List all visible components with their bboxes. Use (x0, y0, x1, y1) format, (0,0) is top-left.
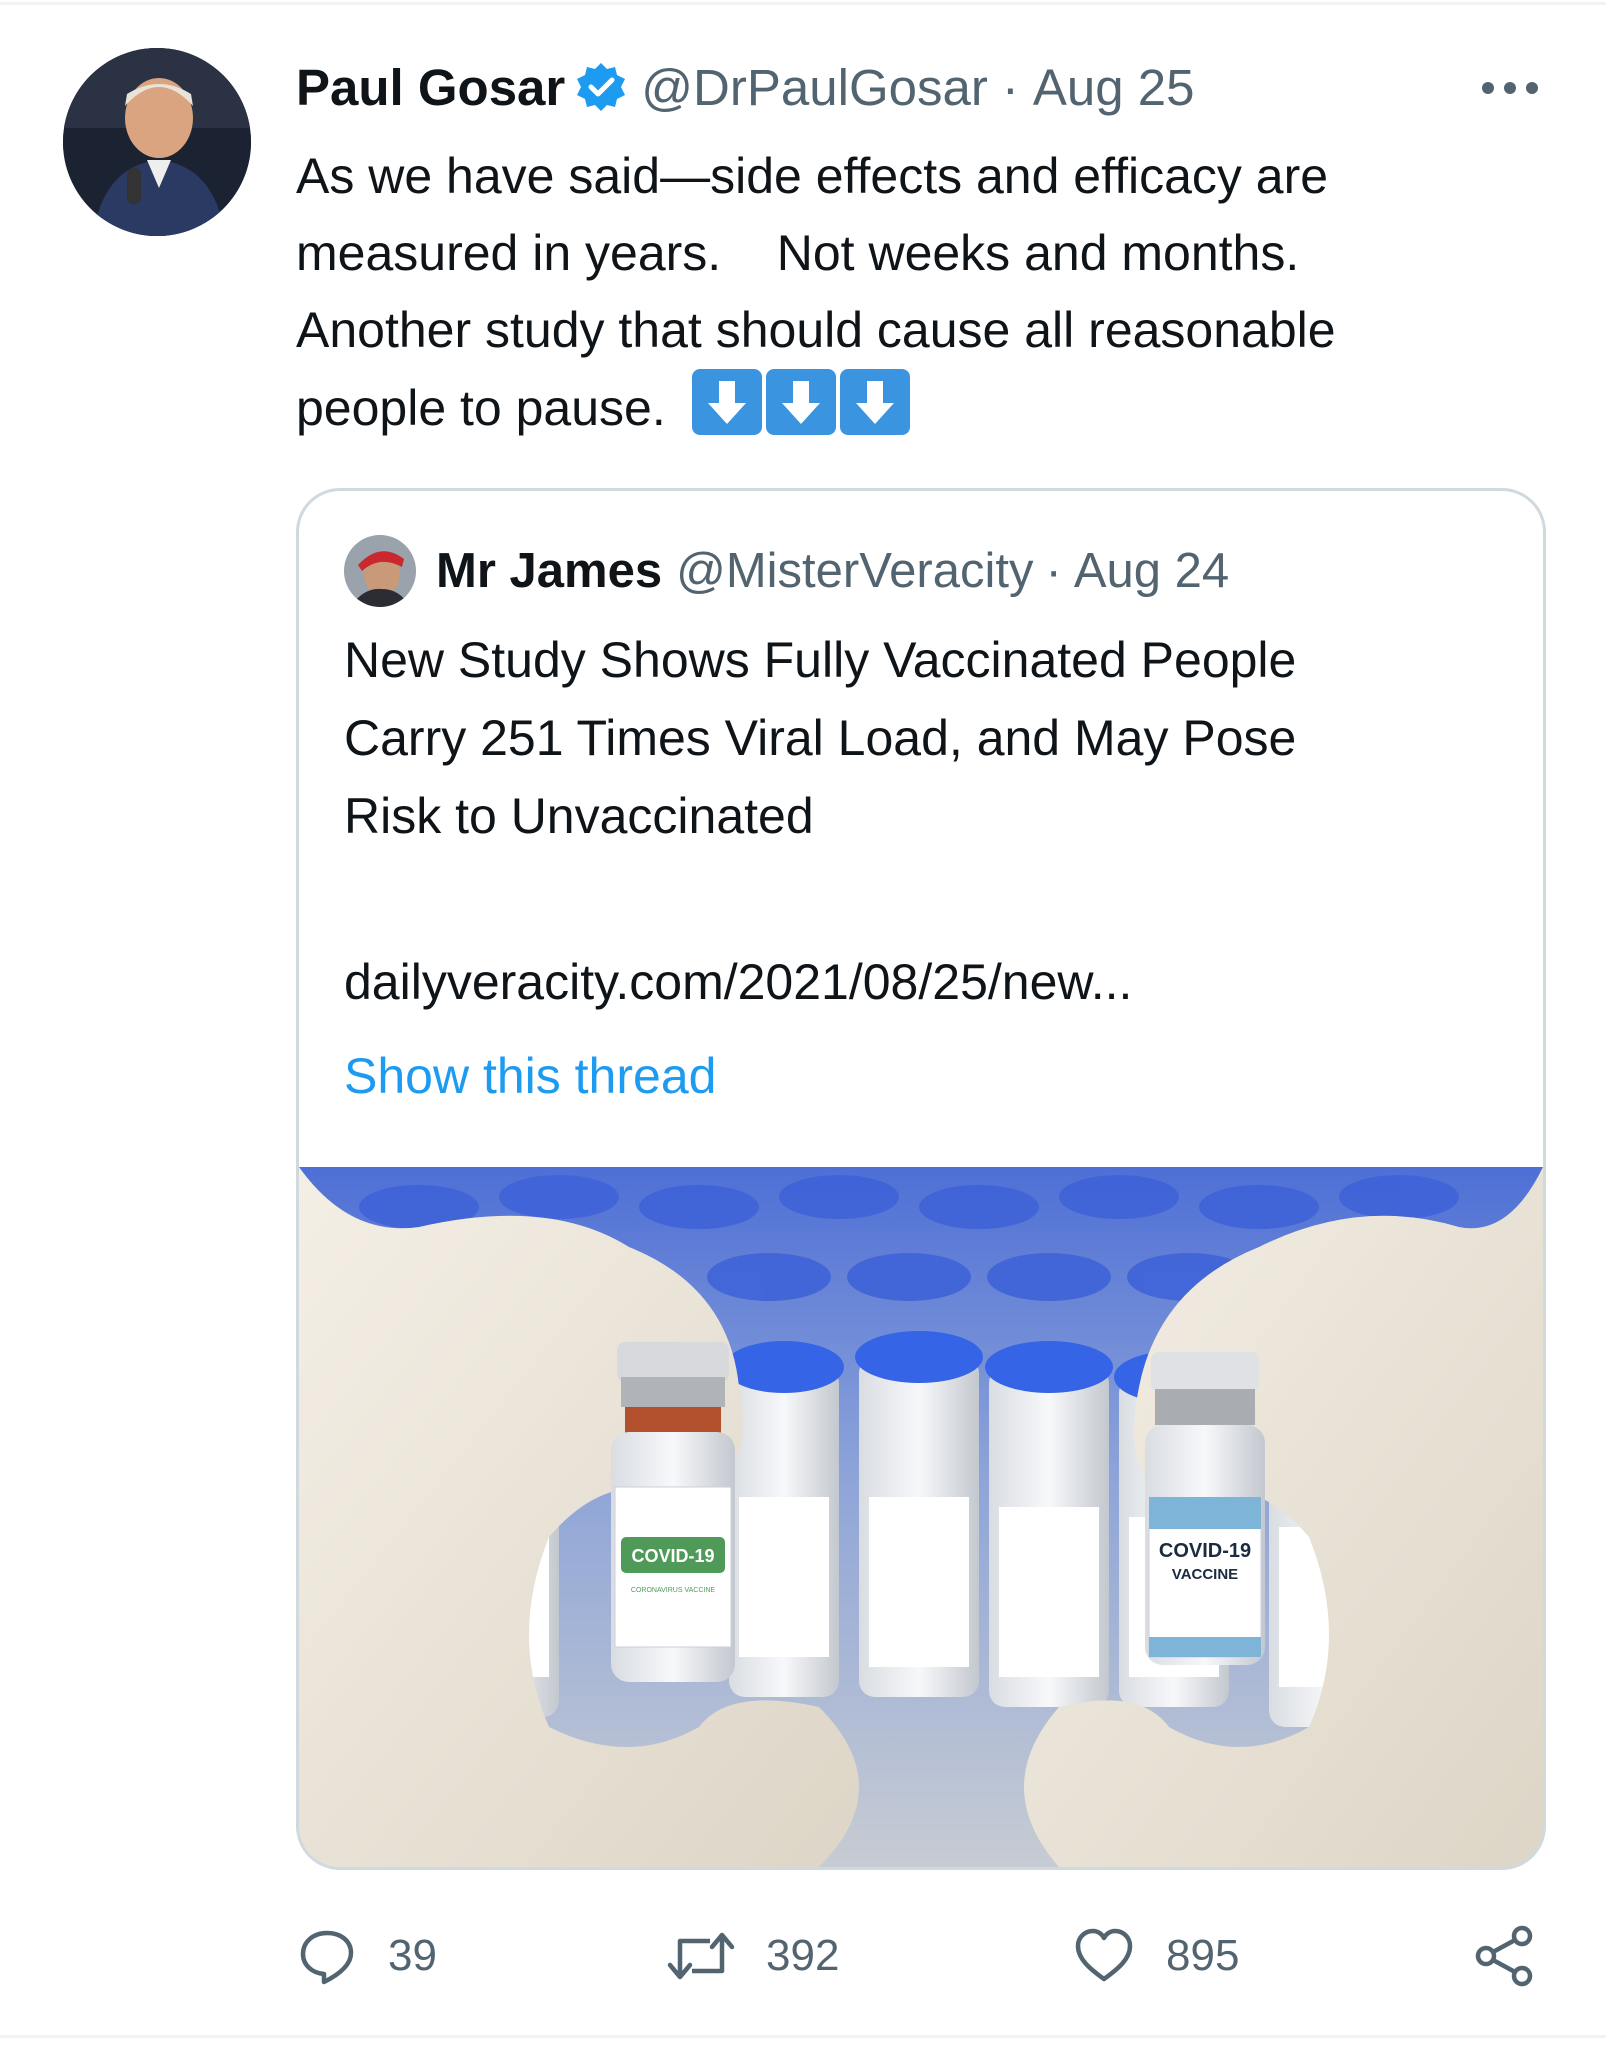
tweet-text: As we have said—side effects and efficac… (296, 138, 1546, 447)
share-icon (1475, 1925, 1533, 1987)
heart-icon (1075, 1928, 1133, 1982)
reply-count: 39 (388, 1931, 437, 1980)
quoted-header-separator: · (1045, 544, 1062, 598)
quoted-tweet-link[interactable]: dailyveracity.com/2021/08/25/new... (344, 943, 1132, 1021)
vaccine-vials-photo: COVID-19 CORONAVIRUS VACCINE COVID-19 VA… (299, 1167, 1543, 1867)
like-button[interactable]: 895 (1072, 1920, 1239, 1992)
author-avatar[interactable] (63, 48, 251, 236)
quoted-author-name[interactable]: Mr James (436, 543, 662, 599)
down-arrow-emoji-icon (765, 369, 836, 435)
quoted-tweet-image[interactable]: COVID-19 CORONAVIRUS VACCINE COVID-19 VA… (299, 1167, 1543, 1867)
right-vial-label: COVID-19 (1159, 1540, 1251, 1562)
bottom-divider (0, 2035, 1606, 2038)
down-arrow-emoji-icon (691, 369, 762, 435)
tweet-actions-bar: 39 392 895 (296, 1920, 1546, 1992)
share-button[interactable] (1472, 1920, 1538, 1992)
like-count: 895 (1166, 1931, 1240, 1980)
top-divider (0, 2, 1606, 5)
quoted-author-handle[interactable]: @MisterVeracity (676, 543, 1033, 599)
verified-badge-icon (575, 61, 627, 113)
tweet-card[interactable]: Paul Gosar @DrPaulGosar · Aug 25 As we h… (0, 0, 1606, 2048)
tweet-header: Paul Gosar @DrPaulGosar · Aug 25 (296, 52, 1194, 122)
author-photo (63, 48, 251, 236)
more-options-icon[interactable] (1478, 70, 1542, 106)
emoji-group (691, 369, 910, 435)
left-vial-sublabel: CORONAVIRUS VACCINE (631, 1587, 715, 1594)
header-separator: · (1001, 58, 1019, 116)
retweet-count: 392 (766, 1931, 840, 1980)
quoted-tweet-date[interactable]: Aug 24 (1074, 543, 1229, 599)
quoted-author-avatar[interactable] (344, 535, 416, 607)
quoted-tweet[interactable]: Mr James @MisterVeracity · Aug 24 New St… (296, 488, 1546, 1870)
down-arrow-emoji-icon (839, 369, 910, 435)
right-vial-sublabel: VACCINE (1172, 1566, 1238, 1583)
quoted-tweet-text: New Study Shows Fully Vaccinated People … (344, 632, 1297, 844)
reply-icon (300, 1930, 354, 1985)
author-name[interactable]: Paul Gosar (296, 58, 565, 117)
author-handle[interactable]: @DrPaulGosar (641, 58, 988, 117)
quoted-tweet-header: Mr James @MisterVeracity · Aug 24 (344, 535, 1229, 607)
left-vial-label: COVID-19 (631, 1546, 714, 1566)
tweet-date[interactable]: Aug 25 (1033, 58, 1195, 117)
reply-button[interactable]: 39 (296, 1920, 437, 1992)
retweet-button[interactable]: 392 (666, 1920, 839, 1992)
retweet-icon (667, 1932, 735, 1980)
show-thread-link[interactable]: Show this thread (344, 1037, 716, 1115)
